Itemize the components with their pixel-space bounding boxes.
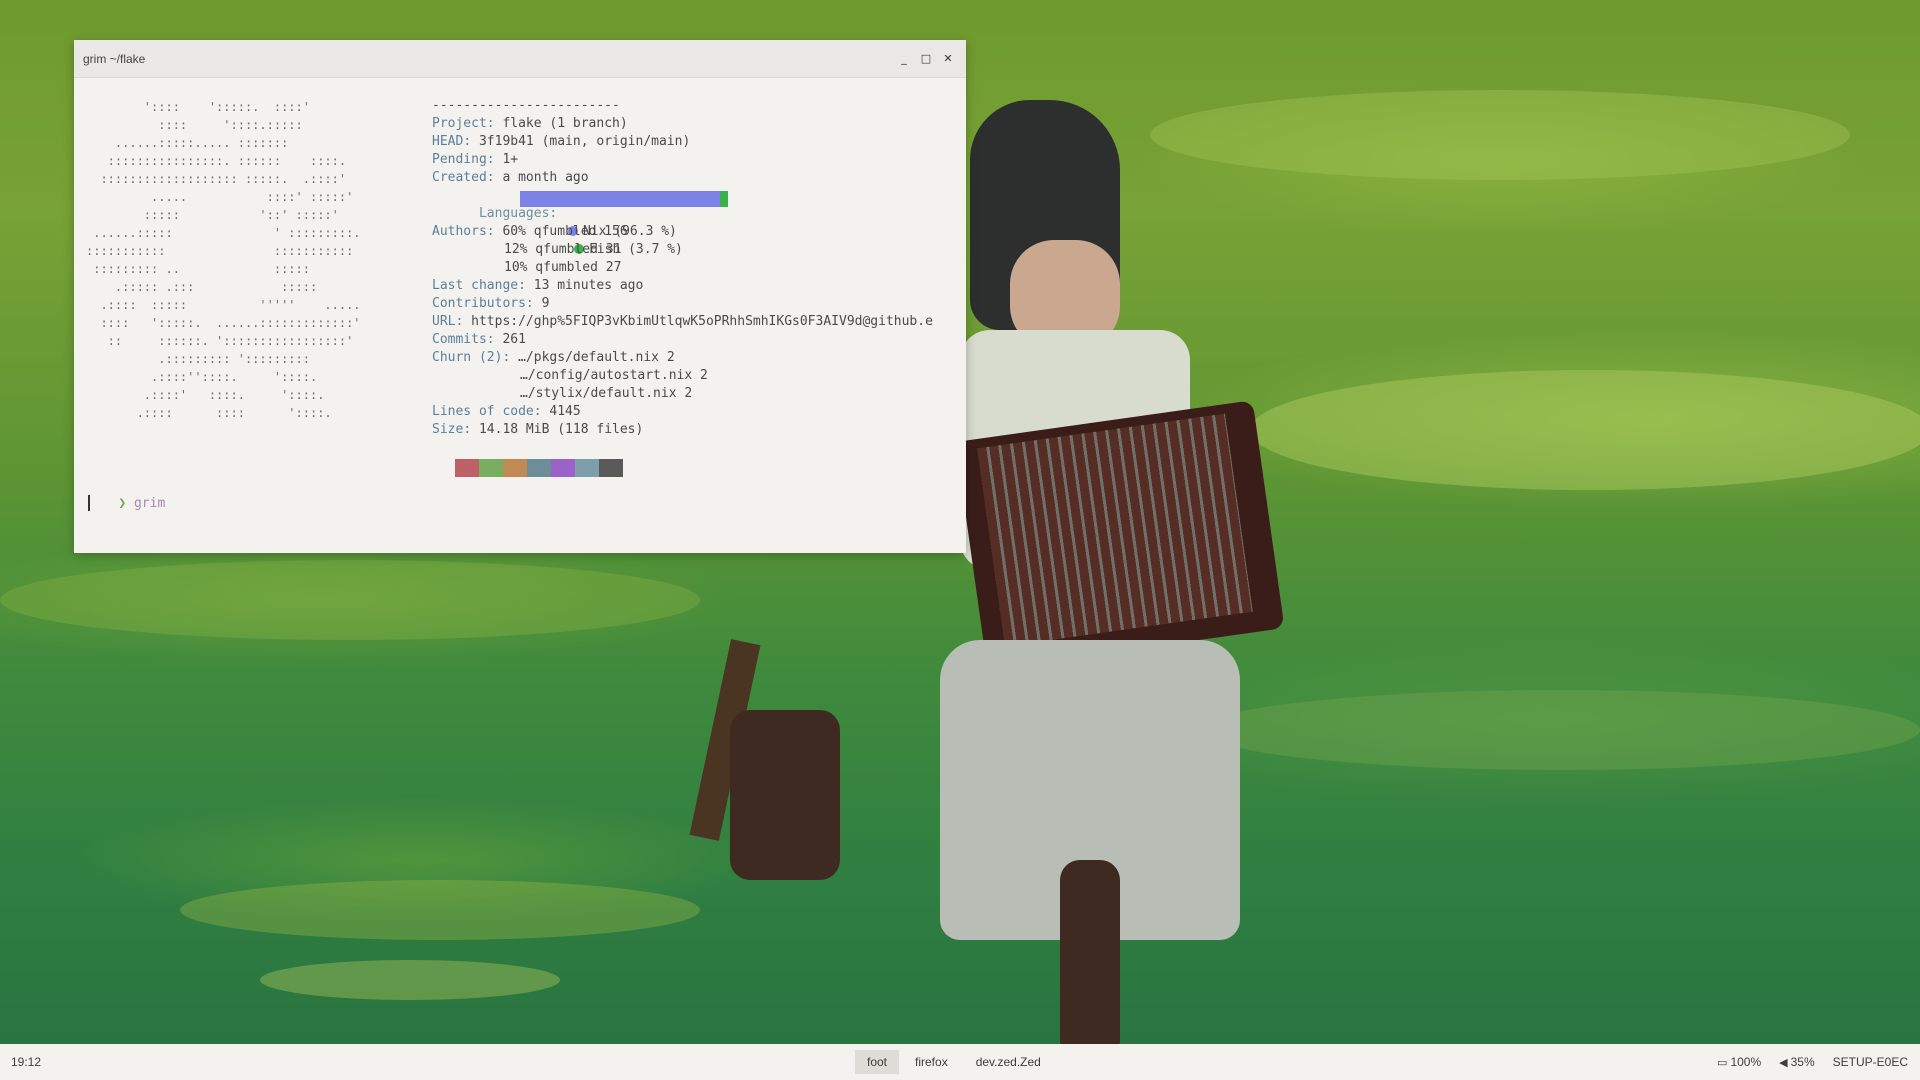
info-row-created: Created: a month ago [432, 170, 589, 185]
author-line: 12% qfumbled 31 [504, 242, 622, 257]
taskbar: 19:12 foot firefox dev.zed.Zed ▭ 100% ◀ … [0, 1044, 1920, 1080]
info-key: Churn (2) [432, 350, 503, 365]
info-key: Lines of code [432, 404, 534, 419]
info-row-last-change: Last change: 13 minutes ago [432, 278, 644, 293]
window-title: grim ~/flake [83, 51, 146, 66]
ascii-logo: ':::: ':::::. ::::' :::: '::::.::::: ...… [86, 100, 361, 420]
task-zed[interactable]: dev.zed.Zed [964, 1050, 1053, 1074]
info-key: Pending [432, 152, 487, 167]
info-value: 261 [494, 332, 526, 347]
info-key: Size [432, 422, 464, 437]
info-row-lines-of-code: Lines of code: 4145 [432, 404, 581, 419]
palette-swatch [455, 459, 479, 477]
info-key: HEAD [432, 134, 464, 149]
palette-swatch [479, 459, 503, 477]
info-value: 3f19b41 (main, origin/main) [471, 134, 691, 149]
speaker-icon: ◀ [1779, 1055, 1788, 1069]
onefetch-info: ------------------------ Project: flake … [432, 97, 933, 439]
task-foot[interactable]: foot [855, 1050, 900, 1074]
window-titlebar[interactable]: grim ~/flake _ □ ✕ [74, 40, 966, 78]
language-legend: Nix (96.3 %) Fish (3.7 %) [432, 205, 933, 257]
author-line: 10% qfumbled 27 [504, 260, 622, 275]
info-key: Project [432, 116, 487, 131]
info-row-head: HEAD: 3f19b41 (main, origin/main) [432, 134, 691, 149]
minimize-button[interactable]: _ [898, 52, 910, 66]
volume-indicator[interactable]: ◀ 35% [1779, 1055, 1815, 1069]
shell-prompt: ❯ grim [87, 477, 165, 531]
info-value: 13 minutes ago [525, 278, 644, 293]
info-value: https://ghp%5FIQP3vKbimUtlqwK5oPRhhSmhIK… [463, 314, 933, 329]
clock[interactable]: 19:12 [11, 1044, 41, 1080]
palette-swatch [575, 459, 599, 477]
info-value: 1+ [494, 152, 519, 167]
system-tray: ▭ 100% ◀ 35% SETUP-E0EC [1717, 1044, 1908, 1080]
info-value: 4145 [541, 404, 581, 419]
hostname: SETUP-E0EC [1832, 1055, 1908, 1069]
battery-indicator[interactable]: ▭ 100% [1717, 1055, 1761, 1069]
info-row-churn: Churn (2): …/pkgs/default.nix 2 [432, 350, 675, 365]
color-palette [455, 459, 623, 477]
info-row-pending: Pending: 1+ [432, 152, 519, 167]
terminal-content[interactable]: ':::: ':::::. ::::' :::: '::::.::::: ...… [74, 78, 966, 553]
info-key: URL [432, 314, 456, 329]
churn-line: …/stylix/default.nix 2 [520, 386, 693, 401]
maximize-button[interactable]: □ [920, 52, 932, 66]
info-key: Authors [432, 224, 487, 239]
palette-swatch [527, 459, 551, 477]
palette-swatch [551, 459, 575, 477]
info-value: a month ago [494, 170, 589, 185]
author-line: 60% qfumbled 156 [502, 224, 628, 239]
info-value: 9 [533, 296, 550, 311]
volume-level: 35% [1790, 1055, 1815, 1069]
info-row-commits: Commits: 261 [432, 332, 526, 347]
info-key: Created [432, 170, 487, 185]
wallpaper-figure [689, 100, 1285, 1044]
info-row-authors: Authors: 60% qfumbled 156 [432, 224, 628, 239]
info-row-url: URL: https://ghp%5FIQP3vKbimUtlqwK5oPRhh… [432, 314, 933, 329]
task-firefox[interactable]: firefox [903, 1050, 960, 1074]
churn-line: …/pkgs/default.nix 2 [518, 350, 675, 365]
battery-icon: ▭ [1717, 1055, 1728, 1069]
battery-level: 100% [1730, 1055, 1762, 1069]
window-controls: _ □ ✕ [898, 40, 954, 77]
info-value: 14.18 MiB (118 files) [471, 422, 644, 437]
info-key: Contributors [432, 296, 526, 311]
prompt-arrow-icon: ❯ [118, 496, 127, 511]
info-key: Commits [432, 332, 487, 347]
close-button[interactable]: ✕ [942, 52, 954, 66]
text-cursor [88, 495, 90, 511]
churn-line: …/config/autostart.nix 2 [520, 368, 708, 383]
info-value: flake (1 branch) [494, 116, 628, 131]
palette-swatch [503, 459, 527, 477]
info-row-size: Size: 14.18 MiB (118 files) [432, 422, 644, 437]
task-list: foot firefox dev.zed.Zed [855, 1050, 1053, 1074]
info-row-project: Project: flake (1 branch) [432, 116, 628, 131]
separator: ------------------------ [432, 98, 620, 113]
info-row-contributors: Contributors: 9 [432, 296, 550, 311]
info-row-languages: Languages: [432, 187, 933, 221]
info-key: Last change [432, 278, 519, 293]
prompt-command: grim [133, 496, 166, 511]
palette-swatch [599, 459, 623, 477]
